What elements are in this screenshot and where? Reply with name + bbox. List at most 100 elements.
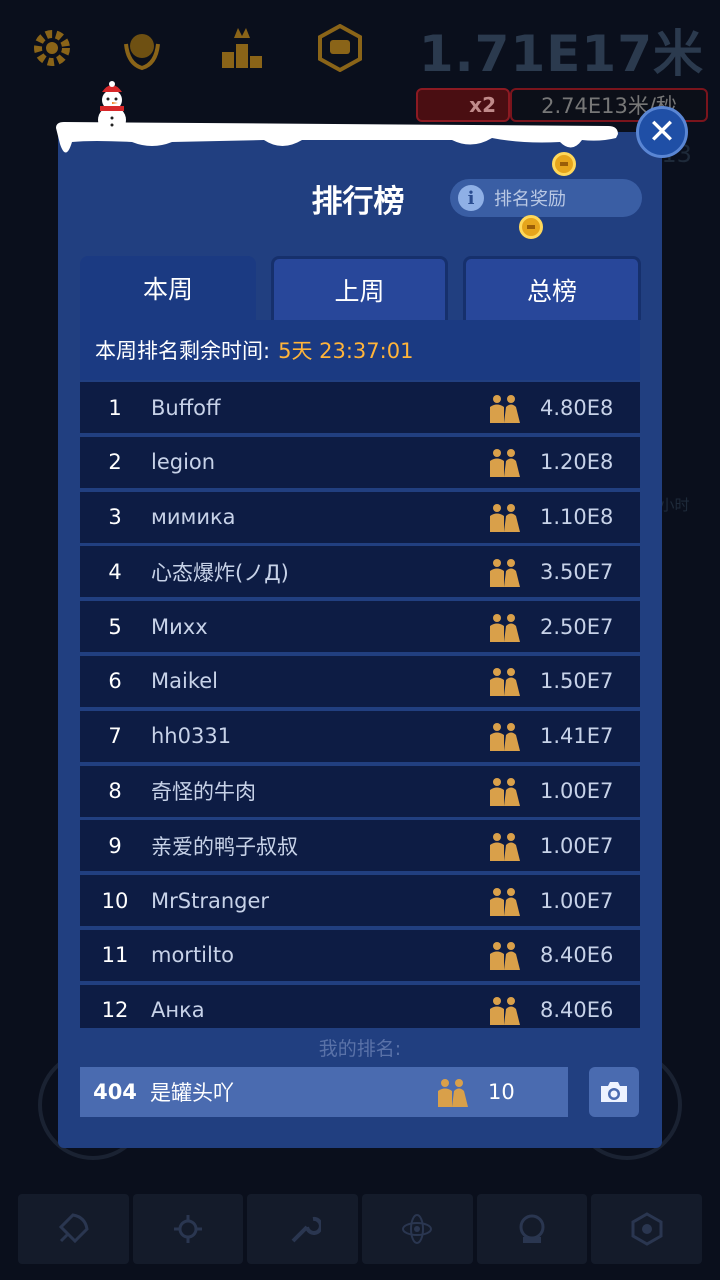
- player-score: 1.20E8: [540, 450, 614, 475]
- people-icon: [490, 887, 520, 916]
- player-score: 1.00E7: [540, 833, 614, 858]
- tab-label: 总榜: [526, 276, 577, 306]
- rank-number: 8: [108, 779, 122, 804]
- people-icon: [490, 504, 520, 533]
- snowman-icon: [98, 81, 126, 134]
- my-rank-number: 404: [93, 1080, 137, 1104]
- atom-icon[interactable]: [362, 1194, 473, 1264]
- people-icon: [490, 613, 520, 642]
- chat-badge-icon[interactable]: [316, 23, 364, 73]
- ranking-row[interactable]: 12 Анка 8.40E6: [80, 984, 640, 1028]
- player-name: Миxx: [151, 614, 208, 639]
- rank-number: 6: [108, 669, 122, 694]
- gear-icon[interactable]: [28, 24, 76, 72]
- tab-last-week[interactable]: 上周: [271, 256, 448, 320]
- rank-number: 5: [108, 614, 122, 639]
- player-score: 1.00E7: [540, 779, 614, 804]
- player-score: 2.50E7: [540, 614, 614, 639]
- player-name: hh0331: [151, 724, 232, 749]
- people-icon: [490, 723, 520, 752]
- satellite-icon[interactable]: [132, 1194, 244, 1264]
- multiplier-badge[interactable]: x2: [416, 88, 510, 122]
- my-player-score: 10: [488, 1080, 515, 1104]
- countdown-value: 5天 23:37:01: [278, 339, 414, 363]
- ranking-row[interactable]: 3 мимика 1.10E8: [80, 491, 640, 543]
- player-name: Maikel: [151, 669, 218, 694]
- rank-number: 4: [108, 559, 122, 584]
- info-icon: i: [458, 185, 484, 211]
- rank-number: 3: [108, 505, 122, 530]
- player-name: 亲爱的鸭子叔叔: [151, 834, 298, 859]
- ranking-row[interactable]: 9 亲爱的鸭子叔叔 1.00E7: [80, 820, 640, 872]
- rank-number: 11: [101, 943, 129, 968]
- rank-number: 1: [108, 395, 122, 420]
- coin-icon: [519, 215, 543, 239]
- tab-label: 本周: [142, 275, 193, 304]
- people-icon: [490, 942, 520, 971]
- player-name: Buffoff: [151, 395, 221, 420]
- player-name: legion: [151, 450, 216, 475]
- gear-badge-icon[interactable]: [591, 1194, 703, 1264]
- rank-number: 9: [108, 833, 122, 858]
- laurel-badge-icon[interactable]: [118, 24, 166, 72]
- people-icon: [490, 558, 520, 587]
- player-score: 1.50E7: [540, 669, 614, 694]
- rank-number: 7: [108, 724, 122, 749]
- my-ranking-row[interactable]: 404 是罐头吖 10: [80, 1067, 568, 1117]
- player-score: 8.40E6: [540, 998, 614, 1023]
- player-name: MrStranger: [151, 888, 270, 913]
- screenshot-button[interactable]: [589, 1067, 639, 1117]
- bottom-toolbar: [18, 1194, 703, 1264]
- ranking-row[interactable]: 10 MrStranger 1.00E7: [80, 875, 640, 927]
- rocket-icon[interactable]: [18, 1194, 129, 1264]
- multiplier-text: x2: [469, 93, 496, 117]
- my-rank-label: 我的排名:: [318, 1038, 402, 1060]
- people-icon: [438, 1079, 468, 1107]
- ranking-row[interactable]: 4 心态爆炸(ノД) 3.50E7: [80, 546, 640, 598]
- player-score: 3.50E7: [540, 559, 614, 584]
- snow-cap-decoration: [56, 122, 618, 153]
- player-name: 心态爆炸(ノД): [151, 560, 289, 585]
- ranking-list[interactable]: 1 Buffoff 4.80E8 2 legion 1.20E8 3 мимик…: [80, 382, 640, 1028]
- week-countdown: 本周排名剩余时间: 5天 23:37:01: [80, 320, 640, 380]
- camera-icon: [601, 1082, 627, 1102]
- tab-label: 上周: [334, 276, 385, 306]
- wrench-icon[interactable]: [247, 1194, 359, 1264]
- ranking-row[interactable]: 5 Миxx 2.50E7: [80, 601, 640, 653]
- rank-number: 12: [101, 998, 129, 1023]
- player-score: 8.40E6: [540, 943, 614, 968]
- player-name: Анка: [151, 998, 205, 1023]
- helmet-icon[interactable]: [476, 1194, 588, 1264]
- people-icon: [490, 449, 520, 478]
- coin-icon: [552, 152, 576, 176]
- player-score: 1.00E7: [540, 888, 614, 913]
- player-name: мимика: [151, 505, 236, 530]
- rank-number: 10: [101, 888, 129, 913]
- ranking-reward-label: 排名奖励: [494, 189, 566, 210]
- close-button[interactable]: ✕: [636, 106, 688, 158]
- my-player-name: 是罐头吖: [150, 1081, 234, 1105]
- close-icon: ✕: [647, 112, 677, 152]
- ranking-row[interactable]: 2 legion 1.20E8: [80, 436, 640, 488]
- rank-number: 2: [108, 450, 122, 475]
- player-name: mortilto: [151, 943, 234, 968]
- tab-overall[interactable]: 总榜: [463, 256, 641, 320]
- player-score: 4.80E8: [540, 395, 614, 420]
- modal-title: 排行榜: [311, 184, 405, 220]
- tab-this-week[interactable]: 本周: [80, 256, 256, 320]
- ranking-row[interactable]: 11 mortilto 8.40E6: [80, 929, 640, 981]
- distance-readout: 1.71E17米: [418, 25, 704, 83]
- people-icon: [490, 778, 520, 807]
- ranking-row[interactable]: 8 奇怪的牛肉 1.00E7: [80, 765, 640, 817]
- ranking-reward-button[interactable]: i 排名奖励: [450, 179, 642, 217]
- player-score: 1.10E8: [540, 505, 614, 530]
- people-icon: [490, 394, 520, 423]
- countdown-label: 本周排名剩余时间:: [95, 339, 271, 363]
- podium-icon[interactable]: [218, 24, 266, 72]
- ranking-row[interactable]: 6 Maikel 1.50E7: [80, 655, 640, 707]
- people-icon: [490, 668, 520, 697]
- ranking-row[interactable]: 1 Buffoff 4.80E8: [80, 382, 640, 433]
- ranking-row[interactable]: 7 hh0331 1.41E7: [80, 710, 640, 762]
- people-icon: [490, 997, 520, 1026]
- player-name: 奇怪的牛肉: [151, 780, 256, 805]
